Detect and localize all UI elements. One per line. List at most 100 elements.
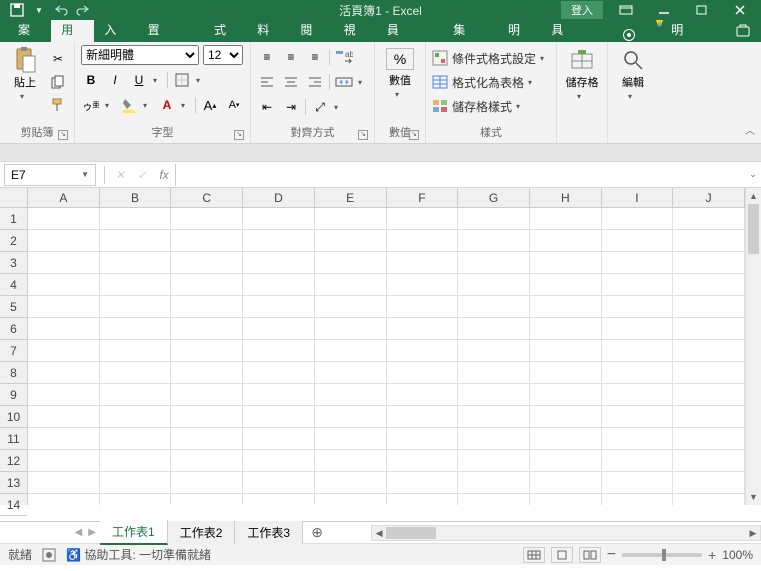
cell[interactable] [387,384,459,406]
cell[interactable] [602,208,674,230]
align-left-button[interactable] [257,72,277,92]
font-size-select[interactable]: 12 [203,45,243,65]
shrink-font-button[interactable]: A▾ [224,95,244,115]
zoom-level[interactable]: 100% [722,548,753,562]
column-header[interactable]: C [171,188,243,207]
cell[interactable] [673,428,745,450]
expand-formula-bar-icon[interactable]: ⌄ [745,169,761,180]
align-dialog-launcher[interactable]: ↘ [358,130,368,140]
cell[interactable] [602,428,674,450]
cells-area[interactable] [28,208,745,505]
cell[interactable] [28,406,100,428]
column-header[interactable]: E [315,188,387,207]
row-header[interactable]: 5 [0,296,27,318]
fill-dd[interactable]: ▾ [143,101,153,110]
cell[interactable] [171,428,243,450]
redo-icon[interactable] [76,3,90,17]
cell[interactable] [28,362,100,384]
maximize-icon[interactable] [687,1,717,19]
row-header[interactable]: 2 [0,230,27,252]
cell[interactable] [602,406,674,428]
cell[interactable] [458,252,530,274]
zoom-out-button[interactable]: − [607,546,616,564]
number-format-button[interactable]: % 數值 ▾ [381,45,419,99]
cell[interactable] [530,296,602,318]
accessibility-status[interactable]: ♿ 協助工具: 一切準備就緒 [66,546,211,563]
cell[interactable] [387,340,459,362]
font-color-button[interactable]: A [157,95,177,115]
cell[interactable] [100,208,172,230]
cell[interactable] [315,362,387,384]
underline-button[interactable]: U [129,70,149,90]
cell[interactable] [458,362,530,384]
cell[interactable] [100,406,172,428]
undo-icon[interactable] [54,3,68,17]
wrap-text-button[interactable]: ab [334,47,354,67]
cell[interactable] [530,230,602,252]
cell[interactable] [387,450,459,472]
row-header[interactable]: 3 [0,252,27,274]
column-header[interactable]: I [602,188,674,207]
row-header[interactable]: 10 [0,406,27,428]
cell[interactable] [315,230,387,252]
cell[interactable] [458,230,530,252]
cell[interactable] [28,296,100,318]
sheet-nav[interactable]: ◀▶ [0,527,100,538]
cell[interactable] [28,428,100,450]
cell[interactable] [530,406,602,428]
cell[interactable] [458,472,530,494]
cell[interactable] [602,274,674,296]
grow-font-button[interactable]: A▴ [200,95,220,115]
decrease-indent-button[interactable]: ⇤ [257,97,277,117]
paste-dropdown-icon[interactable]: ▾ [20,92,30,101]
cell[interactable] [673,208,745,230]
cell[interactable] [602,340,674,362]
cell[interactable] [171,384,243,406]
cell[interactable] [315,318,387,340]
cut-button[interactable]: ✂ [48,49,68,69]
zoom-in-button[interactable]: + [708,547,716,563]
font-dialog-launcher[interactable]: ↘ [234,130,244,140]
cells-dd[interactable]: ▾ [577,92,587,101]
cell[interactable] [673,340,745,362]
cell[interactable] [458,340,530,362]
cell[interactable] [673,384,745,406]
cell[interactable] [28,208,100,230]
vertical-scrollbar[interactable]: ▲ ▼ [745,188,761,505]
close-icon[interactable] [725,1,755,19]
cell[interactable] [673,318,745,340]
cell[interactable] [673,362,745,384]
new-sheet-button[interactable]: ⊕ [303,524,331,541]
increase-indent-button[interactable]: ⇥ [281,97,301,117]
scroll-down-icon[interactable]: ▼ [746,489,761,505]
row-header[interactable]: 14 [0,494,27,516]
qat-dropdown-icon[interactable]: ▼ [32,3,46,17]
cell[interactable] [315,472,387,494]
format-painter-button[interactable] [48,95,68,115]
cell[interactable] [171,450,243,472]
cell[interactable] [28,230,100,252]
cell[interactable] [458,318,530,340]
cell[interactable] [530,494,602,505]
cell[interactable] [28,274,100,296]
cell[interactable] [673,230,745,252]
row-header[interactable]: 8 [0,362,27,384]
cell[interactable] [530,208,602,230]
ribbon-display-icon[interactable] [611,1,641,19]
cell[interactable] [171,406,243,428]
share-button[interactable] [725,24,761,42]
cell[interactable] [243,340,315,362]
align-middle-button[interactable]: ≡ [281,47,301,67]
cell[interactable] [171,340,243,362]
cell[interactable] [673,450,745,472]
cell[interactable] [28,318,100,340]
border-button[interactable] [172,70,192,90]
cell[interactable] [100,472,172,494]
cell[interactable] [602,472,674,494]
scroll-right-icon[interactable]: ▶ [746,526,760,540]
row-header[interactable]: 11 [0,428,27,450]
cell[interactable] [673,406,745,428]
column-headers[interactable]: ABCDEFGHIJ [28,188,745,208]
cell[interactable] [315,296,387,318]
cell[interactable] [387,362,459,384]
